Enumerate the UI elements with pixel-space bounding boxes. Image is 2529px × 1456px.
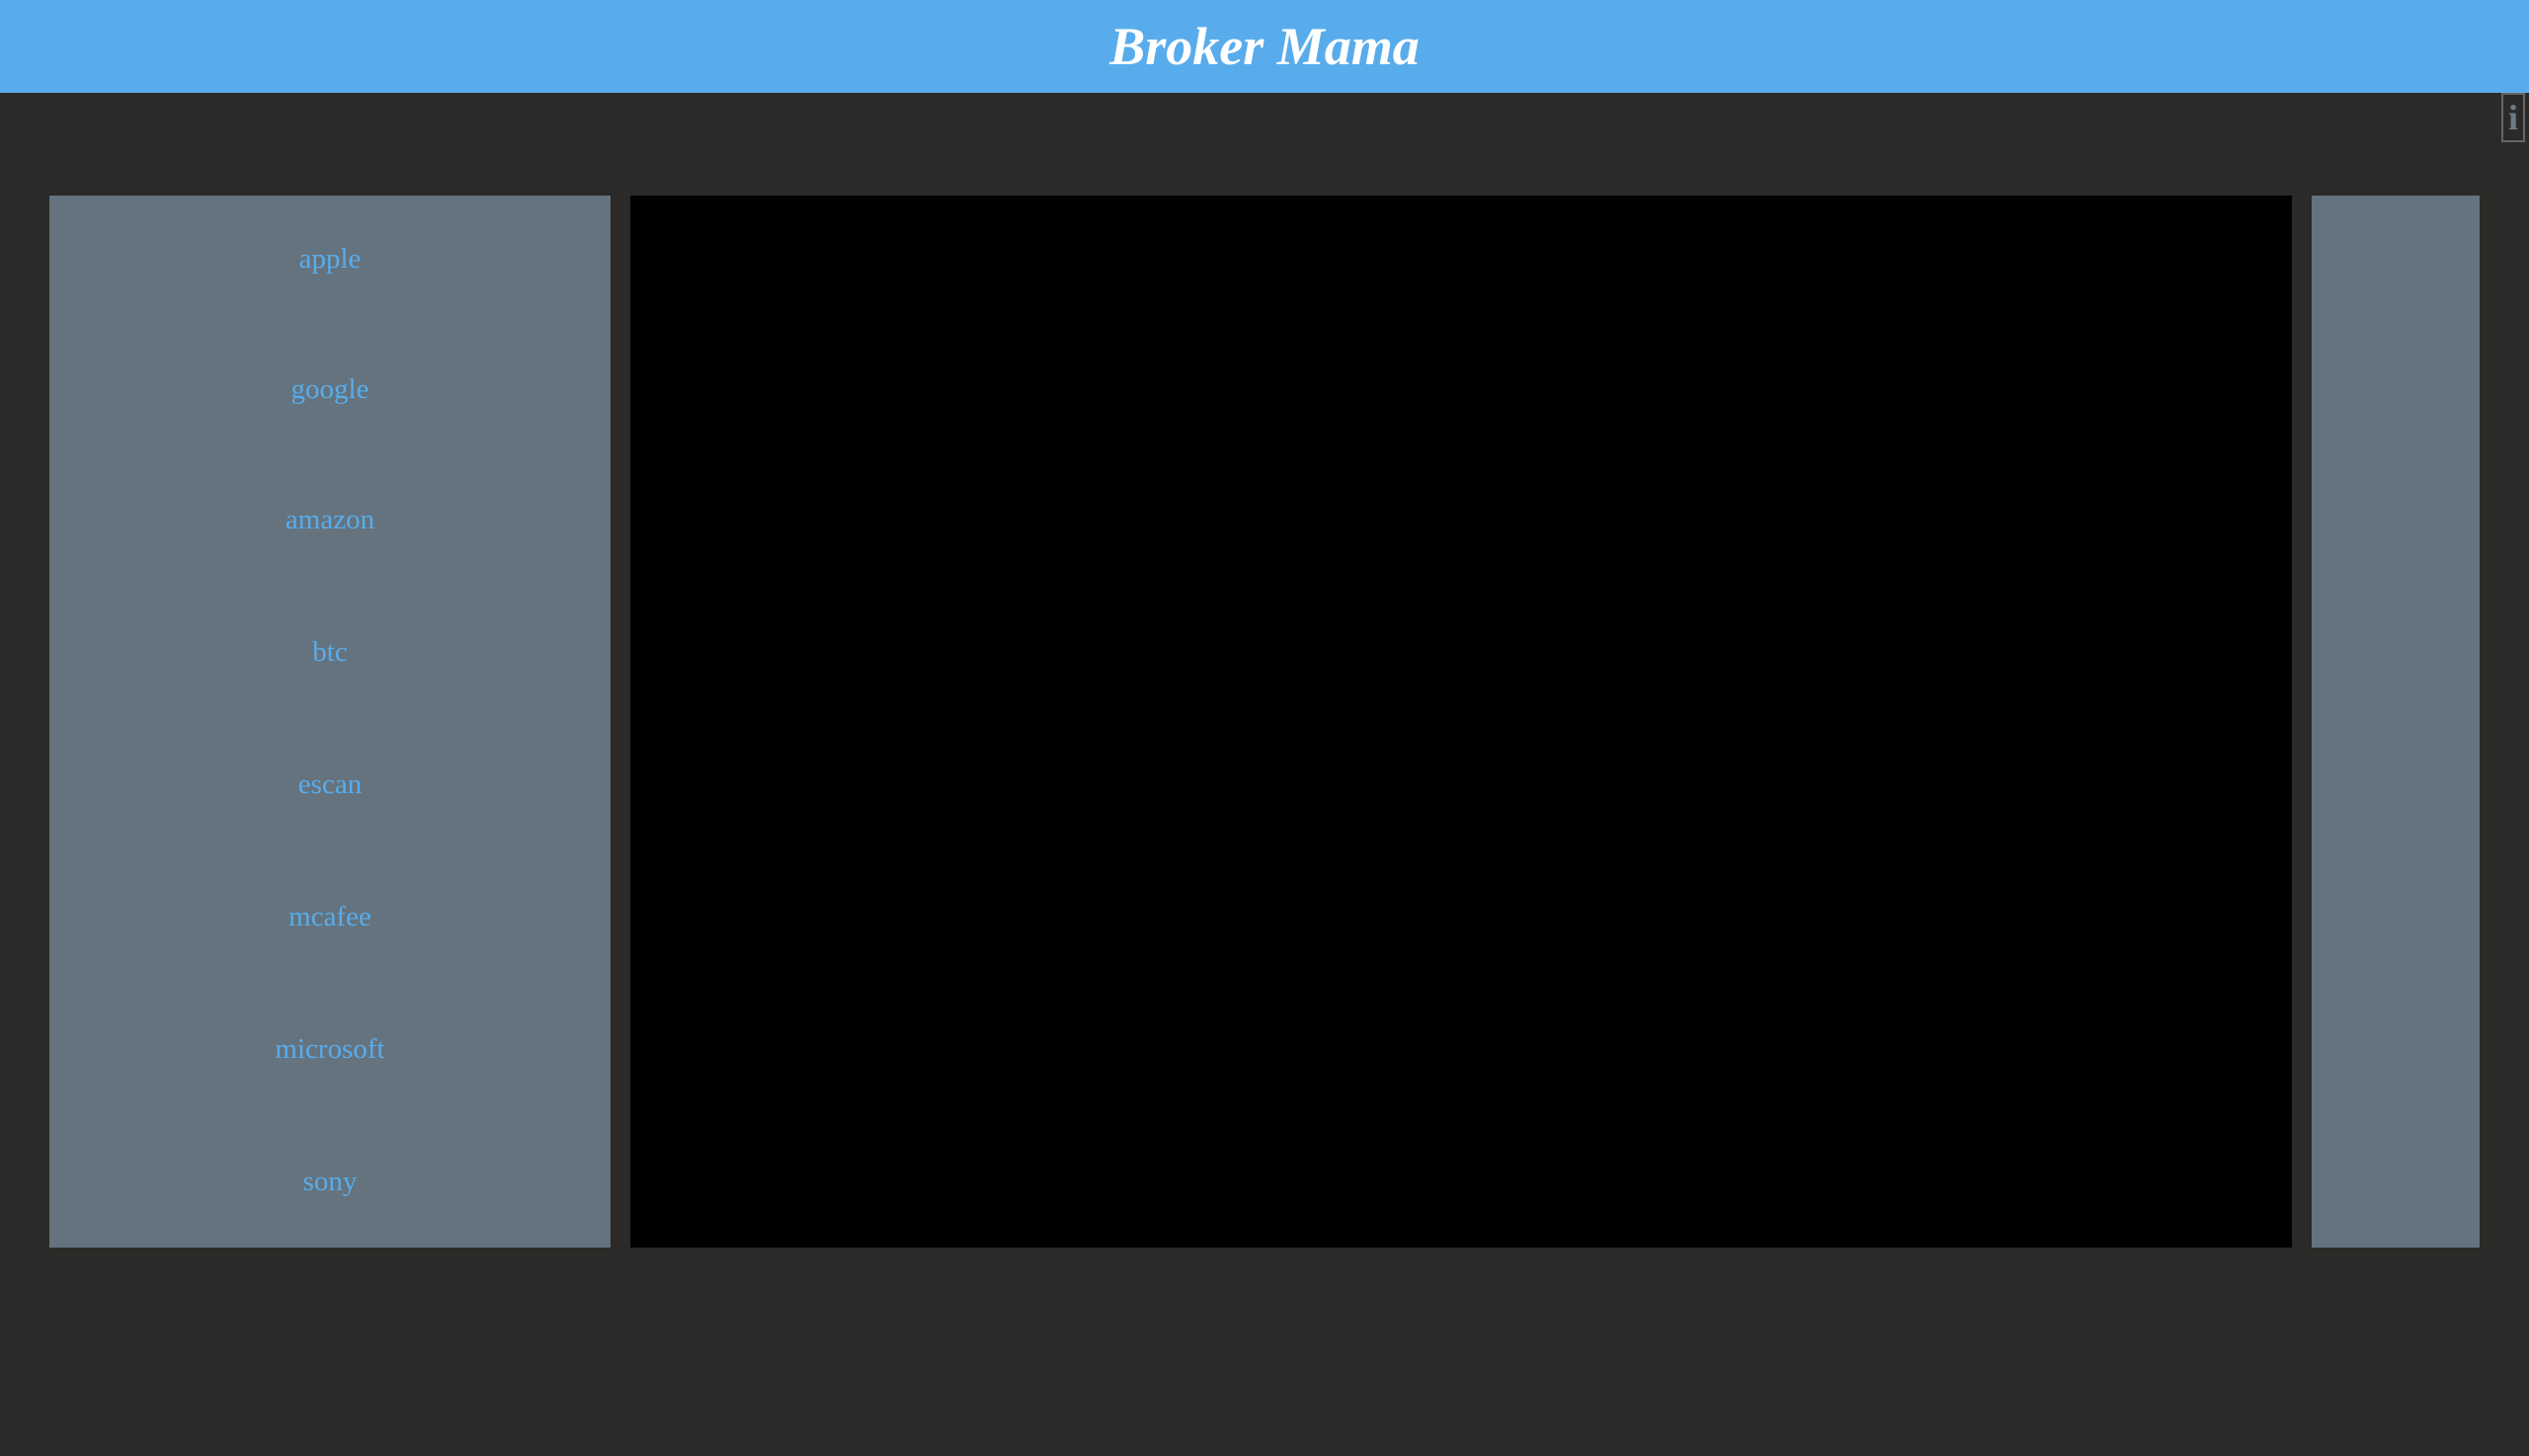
chart-area (630, 196, 2292, 1248)
sidebar-item-escan[interactable]: escan (49, 768, 611, 801)
sidebar-item-btc[interactable]: btc (49, 636, 611, 669)
sidebar-item-google[interactable]: google (49, 373, 611, 406)
app-title: Broker Mama (1109, 17, 1420, 76)
stock-sidebar: apple google amazon btc escan mcafee mic… (49, 196, 611, 1248)
sidebar-item-microsoft[interactable]: microsoft (49, 1033, 611, 1066)
sidebar-item-sony[interactable]: sony (49, 1166, 611, 1198)
header-bar: Broker Mama (0, 0, 2529, 93)
sidebar-item-amazon[interactable]: amazon (49, 504, 611, 536)
sidebar-item-mcafee[interactable]: mcafee (49, 901, 611, 933)
info-icon[interactable]: i (2501, 93, 2525, 142)
sidebar-item-apple[interactable]: apple (49, 243, 611, 276)
right-panel (2312, 196, 2480, 1248)
